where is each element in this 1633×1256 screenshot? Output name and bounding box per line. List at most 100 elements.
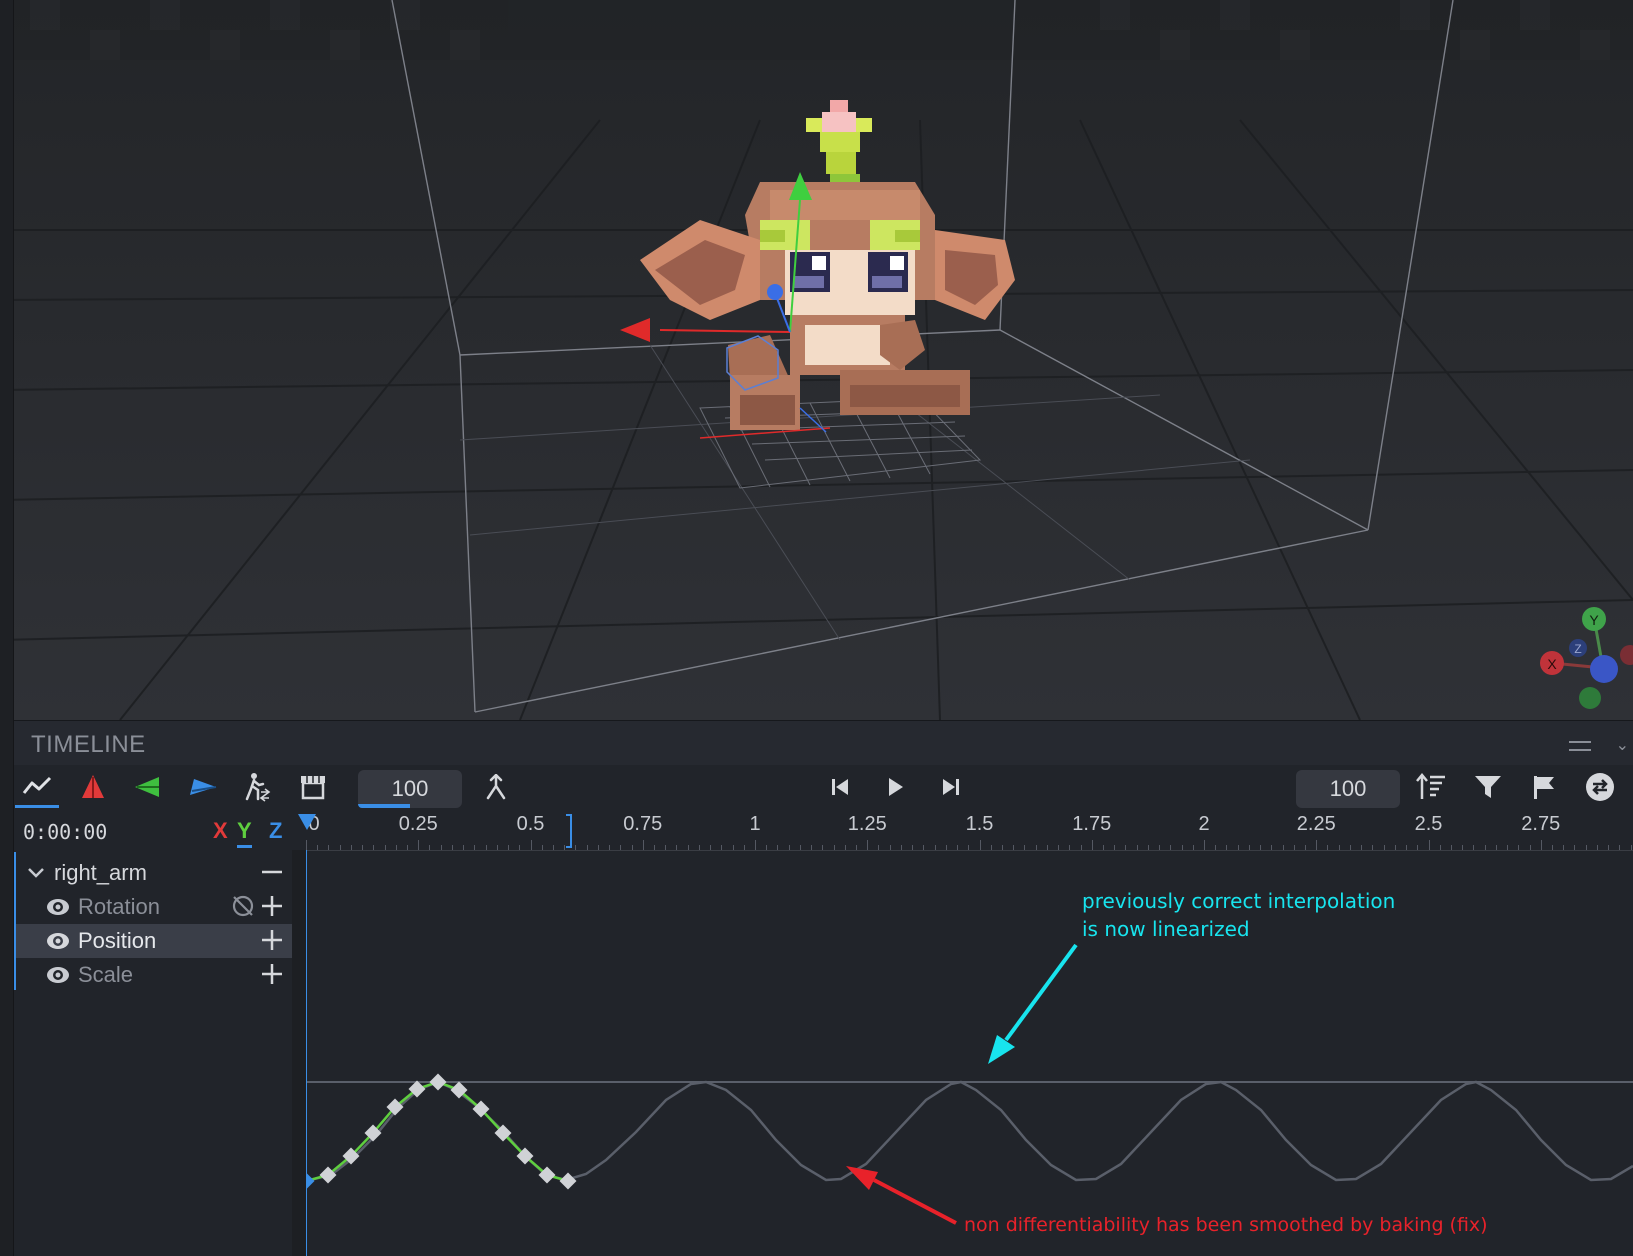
timeline-panel: TIMELINE ⌄ 100 100 0:00:00 X Y Z 0 0.25 … [13, 720, 1633, 1256]
sort-icon [1416, 773, 1445, 799]
ruler-tick [867, 840, 869, 850]
playback-speed-field[interactable]: 100 [1296, 770, 1400, 808]
channel-label: Position [78, 928, 157, 953]
ruler-tick [1540, 840, 1542, 850]
play-icon [889, 778, 903, 796]
panel-separator [292, 850, 306, 1256]
position-channel-icon [135, 777, 159, 797]
graph-editor-button[interactable] [15, 766, 59, 808]
ruler-tick [530, 840, 532, 850]
ruler-tick [1316, 840, 1318, 850]
channel-label: Rotation [78, 894, 160, 919]
merge-keyframes-button[interactable] [474, 766, 518, 808]
ruler-label: 2.5 [1414, 813, 1443, 835]
loop-icon [1586, 773, 1614, 801]
snap-value-field[interactable]: 100 [358, 770, 462, 808]
graph-editor[interactable]: previously correct interpolation is now … [306, 850, 1633, 1256]
ruler-tick [1204, 840, 1205, 850]
channel-row-rotation[interactable]: Rotation [16, 890, 293, 924]
ruler-label: 2.25 [1296, 813, 1336, 835]
checker-backdrop [0, 0, 1633, 60]
axis-z-button[interactable]: Z [269, 818, 282, 844]
annotation-red-text: non differentiability has been smoothed … [964, 1214, 1488, 1236]
filter-button[interactable] [1466, 766, 1510, 808]
playhead-marker[interactable] [298, 814, 316, 830]
bone-name: right_arm [54, 860, 147, 885]
eye-icon[interactable] [46, 895, 70, 919]
walk-cycle-icon [245, 773, 271, 802]
playback-speed-text: 100 [1329, 776, 1367, 801]
bone-row-right-arm[interactable]: right_arm [16, 856, 293, 890]
time-ruler[interactable]: 0 0.25 0.5 0.75 1 1.25 1.5 1.75 2 2.25 2.5 2.75 [298, 812, 1633, 851]
ruler-tick [306, 840, 307, 850]
markers-button[interactable] [1522, 766, 1566, 808]
collapse-icon[interactable] [259, 859, 285, 885]
graph-editor-icon [22, 776, 52, 794]
skip-to-start-button[interactable] [818, 766, 862, 808]
position-channel-button[interactable] [125, 766, 169, 808]
add-keyframe-icon[interactable] [259, 893, 285, 919]
skip-forward-icon [943, 779, 959, 795]
mute-toggle-icon[interactable] [231, 894, 255, 918]
channel-row-position[interactable]: Position [16, 924, 293, 958]
ruler-tick [1428, 840, 1430, 850]
panel-menu-icon[interactable] [1569, 741, 1591, 751]
axis-x-button[interactable]: X [213, 818, 228, 844]
left-dock-strip [0, 0, 14, 1256]
timecode-display[interactable]: 0:00:00 [23, 820, 107, 844]
keyframes [306, 1073, 577, 1190]
skip-back-icon [832, 779, 848, 795]
ruler-label: 1.75 [1072, 813, 1112, 835]
channel-row-scale[interactable]: Scale [16, 958, 293, 992]
annotation-red: non differentiability has been smoothed … [846, 1166, 1488, 1236]
rotation-channel-icon [82, 775, 104, 798]
snap-value-slider [358, 804, 410, 808]
loop-button[interactable] [1578, 766, 1622, 808]
svg-text:X: X [1547, 656, 1557, 672]
snap-value-text: 100 [391, 776, 429, 801]
ruler-label: 1 [749, 813, 761, 835]
loop-end-marker[interactable] [566, 814, 573, 848]
panel-title: TIMELINE [31, 731, 146, 758]
skip-to-end-button[interactable] [929, 766, 973, 808]
rotation-channel-button[interactable] [71, 766, 115, 808]
walk-cycle-button[interactable] [235, 766, 279, 808]
ruler-label: 1.25 [847, 813, 887, 835]
gizmo-z-icon [1590, 655, 1618, 683]
filter-icon [1475, 776, 1501, 798]
eye-icon[interactable] [46, 929, 70, 953]
graph-canvas[interactable]: previously correct interpolation is now … [306, 850, 1633, 1256]
annotation-cyan: previously correct interpolation is now … [988, 889, 1395, 1064]
add-keyframe-icon[interactable] [259, 961, 285, 987]
channel-label: Scale [78, 962, 134, 987]
scale-channel-button[interactable] [181, 766, 225, 808]
ruler-label: 1.5 [965, 813, 994, 835]
merge-icon [486, 774, 506, 800]
add-keyframe-icon[interactable] [259, 927, 285, 953]
keyframe [559, 1172, 577, 1190]
gizmo-neg-y-icon [1579, 687, 1601, 709]
keyframe [306, 1172, 315, 1190]
store-button[interactable] [291, 766, 335, 808]
keyframe [429, 1073, 447, 1091]
chevron-down-icon[interactable]: ⌄ [1616, 735, 1629, 755]
svg-text:Y: Y [1589, 612, 1599, 628]
ruler-tick [755, 840, 756, 850]
ruler-label: 2 [1198, 813, 1210, 835]
axis-y-button[interactable]: Y [237, 818, 252, 848]
eye-icon[interactable] [46, 963, 70, 987]
sort-button[interactable] [1409, 766, 1453, 808]
chevron-down-icon[interactable] [26, 866, 46, 880]
timeline-toolbar: 100 100 [13, 766, 1633, 810]
viewport-scene: Y X Z [0, 0, 1633, 720]
svg-text:Z: Z [1574, 642, 1581, 656]
play-button[interactable] [873, 766, 917, 808]
scale-channel-icon [190, 779, 217, 795]
ruler-label: 2.75 [1521, 813, 1561, 835]
store-icon [301, 776, 325, 800]
ruler-tick [1091, 840, 1093, 850]
ruler-tick [418, 840, 420, 850]
3d-viewport[interactable]: Y X Z [0, 0, 1633, 720]
annotation-cyan-line-1: previously correct interpolation [1082, 889, 1395, 913]
position-curve [306, 1080, 569, 1183]
